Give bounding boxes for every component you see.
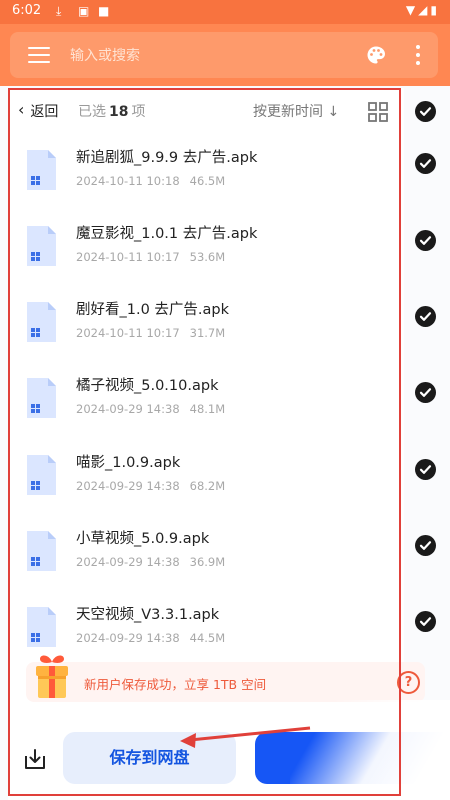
status-right-icons: ▼◢▮ [406,3,440,17]
file-row[interactable]: 新追剧狐_9.9.9 去广告.apk 2024-10-11 10:18 46.5M [22,146,382,206]
list-toolbar: ‹ 返回 已选 18 项 按更新时间 ↓ [18,100,398,123]
file-row[interactable]: 魔豆影视_1.0.1 去广告.apk 2024-10-11 10:17 53.6M [22,222,382,282]
grid-icon[interactable] [368,102,388,122]
save-to-cloud-button[interactable]: 保存到网盘 [63,732,236,784]
battery-icon: ▮ [430,3,440,17]
wifi-icon: ▼ [405,3,419,17]
select-all-checkbox[interactable] [415,101,436,122]
file-date: 2024-09-29 14:38 [76,631,180,645]
file-checkbox[interactable] [415,230,436,251]
apk-file-icon [27,455,56,495]
file-size: 36.9M [189,555,226,569]
sort-button[interactable]: 按更新时间 ↓ [253,101,339,121]
file-date: 2024-09-29 14:38 [76,555,180,569]
file-size: 48.1M [189,402,226,416]
apk-file-icon [27,378,56,418]
promo-banner[interactable]: 新用户保存成功，立享 1TB 空间 ? [26,655,425,702]
file-row[interactable]: 喵影_1.0.9.apk 2024-09-29 14:38 68.2M [22,451,382,511]
file-size: 53.6M [189,250,226,264]
chevron-left-icon: ‹ [18,100,25,119]
file-row[interactable]: 天空视频_V3.3.1.apk 2024-09-29 14:38 44.5M [22,603,382,663]
promo-text: 新用户保存成功，立享 1TB 空间 [84,677,267,692]
app-header [0,24,450,86]
file-date: 2024-09-29 14:38 [76,479,180,493]
file-checkbox[interactable] [415,535,436,556]
file-name: 喵影_1.0.9.apk [76,455,181,471]
file-meta: 2024-09-29 14:38 48.1M [76,402,225,416]
file-name: 橘子视频_5.0.10.apk [76,378,219,394]
primary-action-button[interactable] [255,732,450,784]
file-row[interactable]: 剧好看_1.0 去广告.apk 2024-10-11 10:17 31.7M [22,298,382,358]
selected-count: 已选 18 项 [78,104,146,120]
file-name: 新追剧狐_9.9.9 去广告.apk [76,150,258,166]
file-date: 2024-10-11 10:17 [76,250,180,264]
more-vertical-icon[interactable] [416,45,420,65]
file-date: 2024-10-11 10:18 [76,174,180,188]
file-checkbox[interactable] [415,611,436,632]
file-row[interactable]: 小草视频_5.0.9.apk 2024-09-29 14:38 36.9M [22,527,382,587]
square-icon: ■ [98,4,110,18]
palette-icon[interactable] [366,45,386,65]
file-date: 2024-10-11 10:17 [76,326,180,340]
file-name: 小草视频_5.0.9.apk [76,531,210,547]
file-size: 68.2M [189,479,226,493]
status-bar: 6:02 ⤓ ▣ ■ ▼◢▮ [0,0,450,24]
file-size: 31.7M [189,326,226,340]
file-name: 剧好看_1.0 去广告.apk [76,302,230,318]
help-icon[interactable]: ? [397,671,420,694]
gift-icon [36,655,68,698]
file-meta: 2024-09-29 14:38 44.5M [76,631,225,645]
apk-file-icon [27,150,56,190]
search-input[interactable] [68,44,332,68]
file-date: 2024-09-29 14:38 [76,402,180,416]
apk-file-icon [27,531,56,571]
file-name: 天空视频_V3.3.1.apk [76,607,220,623]
file-meta: 2024-09-29 14:38 68.2M [76,479,225,493]
download-icon[interactable] [24,748,46,770]
file-checkbox[interactable] [415,459,436,480]
file-meta: 2024-10-11 10:17 53.6M [76,250,225,264]
selected-number: 18 [109,104,129,120]
file-checkbox[interactable] [415,382,436,403]
file-name: 魔豆影视_1.0.1 去广告.apk [76,226,258,242]
bottom-action-bar: 保存到网盘 [10,718,450,800]
back-label: 返回 [30,104,59,120]
file-meta: 2024-10-11 10:17 31.7M [76,326,225,340]
download-notification-icon: ⤓ [56,4,62,18]
file-row[interactable]: 橘子视频_5.0.10.apk 2024-09-29 14:38 48.1M [22,374,382,434]
file-size: 46.5M [189,174,226,188]
status-time: 6:02 [12,3,42,18]
a-badge-icon: ▣ [78,4,90,18]
file-size: 44.5M [189,631,226,645]
file-meta: 2024-09-29 14:38 36.9M [76,555,225,569]
apk-file-icon [27,302,56,342]
menu-icon[interactable] [28,47,50,63]
search-bar[interactable] [10,32,438,78]
file-meta: 2024-10-11 10:18 46.5M [76,174,225,188]
file-checkbox[interactable] [415,306,436,327]
apk-file-icon [27,607,56,647]
file-checkbox[interactable] [415,153,436,174]
apk-file-icon [27,226,56,266]
signal-icon: ◢ [418,3,431,17]
back-button[interactable]: ‹ 返回 [18,100,59,121]
